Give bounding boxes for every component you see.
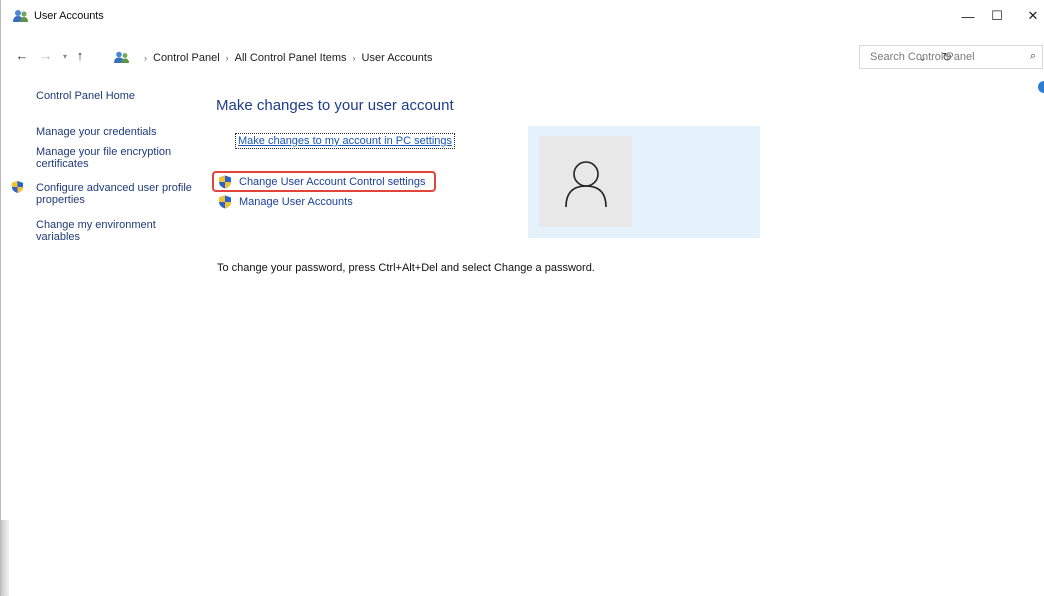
password-change-note: To change your password, press Ctrl+Alt+…: [217, 262, 595, 274]
manage-credentials-link[interactable]: Manage your credentials: [36, 126, 156, 138]
title-bar: User Accounts — ☐ ✕: [1, 0, 1044, 32]
advanced-profile-link[interactable]: Configure advanced user profile properti…: [36, 182, 196, 206]
up-button[interactable]: ↑: [72, 48, 88, 63]
close-button[interactable]: ✕: [1018, 0, 1044, 32]
breadcrumb-separator-icon[interactable]: ›: [226, 53, 229, 63]
address-bar[interactable]: › Control Panel › All Control Panel Items › U…: [105, 45, 952, 69]
breadcrumb-all-items[interactable]: All Control Panel Items: [235, 52, 347, 64]
help-icon[interactable]: [1038, 81, 1044, 93]
breadcrumb: › Control Panel › All Control Panel Items › U…: [138, 52, 432, 64]
window-edge-shadow: [1, 520, 9, 596]
search-box[interactable]: ⌕: [859, 45, 1043, 69]
window-title: User Accounts: [34, 10, 104, 22]
control-panel-home-link[interactable]: Control Panel Home: [36, 90, 135, 102]
change-uac-settings-label: Change User Account Control settings: [239, 176, 426, 188]
minimize-icon: —: [961, 8, 975, 24]
navigation-bar: ← → ▾ ↑ › Control Panel › All Control Panel…: [1, 42, 1044, 72]
avatar: [539, 136, 632, 227]
user-accounts-app-icon: [13, 10, 28, 22]
change-uac-settings-link[interactable]: Change User Account Control settings: [218, 174, 426, 190]
pc-settings-link[interactable]: Make changes to my account in PC setting…: [235, 133, 455, 149]
close-icon: ✕: [1027, 8, 1039, 23]
user-icon: [565, 161, 607, 208]
user-accounts-window: User Accounts — ☐ ✕ ← → ▾ ↑ › Control Pan…: [0, 0, 1044, 596]
page-title: Make changes to your user account: [216, 97, 454, 114]
recent-locations-button[interactable]: ▾: [57, 52, 73, 61]
user-account-tile: [528, 126, 760, 238]
breadcrumb-control-panel[interactable]: Control Panel: [153, 52, 220, 64]
maximize-icon: ☐: [991, 8, 1003, 23]
uac-shield-icon: [219, 175, 231, 189]
breadcrumb-separator-icon[interactable]: ›: [144, 53, 147, 63]
maximize-button[interactable]: ☐: [974, 0, 1020, 32]
uac-shield-icon: [219, 195, 231, 209]
search-input[interactable]: [860, 46, 1020, 68]
uac-shield-icon: [11, 180, 24, 194]
back-button[interactable]: ←: [14, 48, 30, 63]
breadcrumb-user-accounts[interactable]: User Accounts: [362, 52, 433, 64]
environment-variables-link[interactable]: Change my environment variables: [36, 219, 196, 243]
search-icon[interactable]: ⌕: [1030, 50, 1036, 63]
forward-button[interactable]: →: [38, 48, 54, 63]
manage-user-accounts-link[interactable]: Manage User Accounts: [218, 194, 353, 210]
user-accounts-icon: [114, 51, 129, 63]
manage-user-accounts-label: Manage User Accounts: [239, 196, 353, 208]
breadcrumb-separator-icon[interactable]: ›: [353, 53, 356, 63]
file-encryption-link[interactable]: Manage your file encryption certificates: [36, 146, 196, 170]
